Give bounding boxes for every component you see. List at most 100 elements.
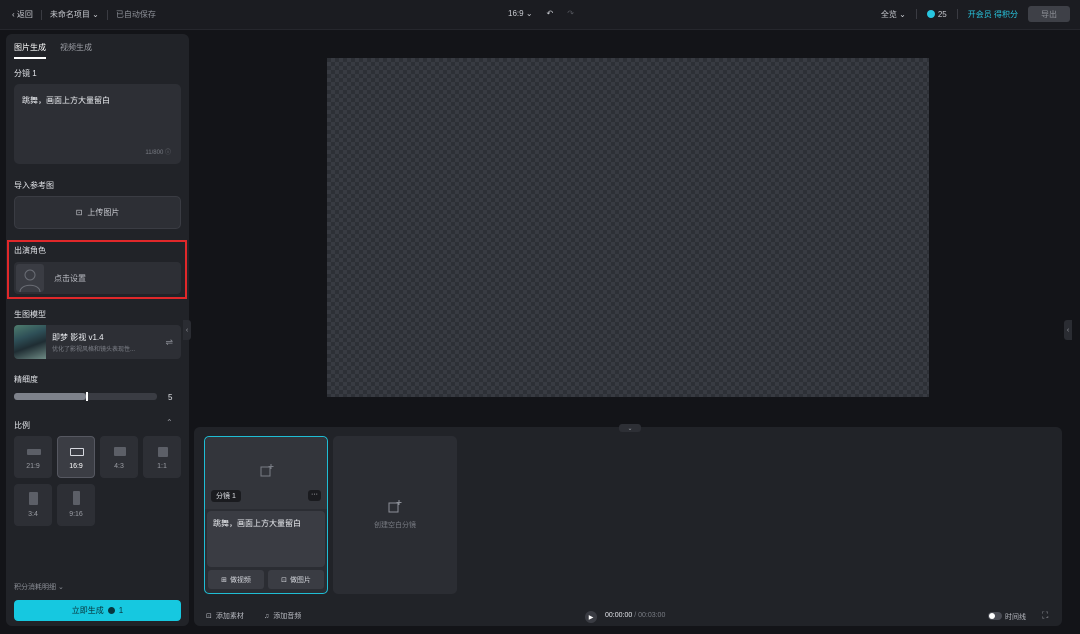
prompt-text: 跳舞，画面上方大量留白 <box>22 96 110 105</box>
add-audio-button[interactable]: ♫ 添加音频 <box>264 611 301 621</box>
empty-shot-label: 创建空白分镜 <box>374 522 416 529</box>
upload-image-button[interactable]: ⊡ 上传图片 <box>14 196 181 229</box>
ratio-shape <box>27 449 41 455</box>
shot-prompt[interactable]: 跳舞，画面上方大量留白 <box>207 511 325 567</box>
shot-label: 分镜 1 <box>14 69 37 78</box>
prompt-input[interactable]: 跳舞，画面上方大量留白 11/800 ⓘ <box>14 84 181 164</box>
ratio-1-1[interactable]: 1:1 <box>143 436 181 478</box>
upload-label: 上传图片 <box>87 208 120 217</box>
credits-display: 25 <box>926 9 947 19</box>
time-current: 00:00:00 <box>605 612 633 619</box>
generate-label: 立即生成 <box>71 606 104 615</box>
generate-button[interactable]: 立即生成 1 <box>14 600 181 621</box>
role-label: 出演角色 <box>14 246 46 255</box>
add-material-icon: ⊡ <box>206 613 212 620</box>
chevron-down-icon: ⌄ <box>899 9 906 19</box>
ratio-shape <box>29 492 38 505</box>
ratio-21-9[interactable]: 21:9 <box>14 436 52 478</box>
chevron-down-icon: ⌄ <box>57 584 64 591</box>
ratio-shape <box>70 448 84 456</box>
ratio-shape <box>158 447 168 457</box>
timeline-collapse-handle[interactable]: ⌄ <box>619 424 641 432</box>
back-label: 返回 <box>16 10 33 19</box>
reference-image-label: 导入参考图 <box>14 181 54 190</box>
music-note-icon: ♫ <box>264 612 270 620</box>
divider <box>915 9 917 19</box>
credit-icon <box>107 607 115 614</box>
shot-card[interactable]: 分镜 1 ··· 跳舞，画面上方大量留白 ⊞ 做视频 ⊡ 做图片 <box>204 436 328 594</box>
timeline-toolbar: ⊡ 添加素材 ♫ 添加音频 ▶ 00:00:00 / 00:03:00 时间线 … <box>194 606 1062 626</box>
make-video-button[interactable]: ⊞ 做视频 <box>208 570 264 589</box>
ratio-shape <box>73 491 80 505</box>
aspect-value: 16:9 <box>508 9 524 18</box>
create-empty-shot-button[interactable]: 创建空白分镜 <box>333 436 457 594</box>
canvas-preview[interactable] <box>327 58 929 397</box>
prompt-count: 11/800 ⓘ <box>145 147 171 156</box>
make-video-label: 做视频 <box>229 576 251 584</box>
more-icon[interactable]: ··· <box>308 490 321 501</box>
ratio-3-4[interactable]: 3:4 <box>14 484 52 526</box>
ratio-4-3[interactable]: 4:3 <box>100 436 138 478</box>
ratio-label-text: 21:9 <box>26 463 40 470</box>
time-display: 00:00:00 / 00:03:00 <box>605 612 665 619</box>
ratio-16-9[interactable]: 16:9 <box>57 436 95 478</box>
generation-tabs: 图片生成 视频生成 <box>14 42 92 59</box>
fullscreen-icon[interactable]: ⛶ <box>1042 610 1048 621</box>
add-material-button[interactable]: ⊡ 添加素材 <box>206 611 244 621</box>
credits-value: 25 <box>937 9 947 19</box>
cost-details-link[interactable]: 积分消耗明细 ⌄ <box>14 582 64 592</box>
aspect-dropdown[interactable]: 16:9 ⌄ <box>508 9 533 18</box>
save-status: 已自动保存 <box>115 10 156 19</box>
generate-cost: 1 <box>118 606 124 615</box>
ratio-label-text: 16:9 <box>69 463 83 470</box>
fineness-value: 5 <box>168 393 173 402</box>
video-icon: ⊞ <box>221 576 227 584</box>
model-thumbnail <box>14 325 46 359</box>
ratio-label-text: 9:16 <box>69 511 83 518</box>
collapse-left-panel-button[interactable]: ‹ <box>183 320 191 340</box>
make-image-button[interactable]: ⊡ 做图片 <box>268 570 324 589</box>
model-selector[interactable]: 即梦 影视 v1.4 优化了影视风格和镜头表现性... ⇌ <box>14 325 181 359</box>
slider-fill <box>14 393 86 400</box>
zoom-value: 全览 <box>880 9 897 19</box>
vip-link[interactable]: 开会员 得积分 <box>968 9 1018 20</box>
tab-image-generation[interactable]: 图片生成 <box>14 42 46 59</box>
tab-video-generation[interactable]: 视频生成 <box>60 42 92 59</box>
timeline-toggle-label: 时间线 <box>1005 614 1026 621</box>
settings-sliders-icon[interactable]: ⇌ <box>165 337 173 348</box>
cost-label: 积分消耗明细 <box>14 584 56 591</box>
project-name-dropdown[interactable]: 未命名项目 ⌄ <box>50 9 99 20</box>
ratio-label: 比例 <box>14 421 30 430</box>
add-material-label: 添加素材 <box>215 613 244 620</box>
info-icon: ⓘ <box>164 150 171 156</box>
redo-icon[interactable]: ↷ <box>567 9 574 18</box>
undo-icon[interactable]: ↶ <box>547 9 554 18</box>
time-total: 00:03:00 <box>638 612 666 619</box>
play-icon[interactable]: ▶ <box>585 611 597 623</box>
slider-thumb[interactable] <box>85 392 88 401</box>
ratio-label-text: 4:3 <box>114 463 124 470</box>
ratio-9-16[interactable]: 9:16 <box>57 484 95 526</box>
chevron-up-icon[interactable]: ⌃ <box>166 418 173 427</box>
ratio-label-text: 3:4 <box>28 511 38 518</box>
timeline-panel: ⌄ 分镜 1 ··· 跳舞，画面上方大量留白 ⊞ 做视频 ⊡ 做图片 创建空白分… <box>194 424 1062 626</box>
zoom-dropdown[interactable]: 全览 ⌄ <box>881 9 906 20</box>
model-description: 优化了影视风格和镜头表现性... <box>52 347 136 353</box>
model-section-label: 生图模型 <box>14 310 46 319</box>
export-button[interactable]: 导出 <box>1028 6 1070 22</box>
back-button[interactable]: ‹ 返回 <box>12 9 33 20</box>
chevron-down-icon: ⌄ <box>92 10 99 19</box>
divider <box>956 9 958 19</box>
add-shot-icon <box>388 500 402 513</box>
add-image-icon <box>260 464 274 477</box>
role-selector[interactable]: 点击设置 <box>14 262 181 294</box>
ratio-shape <box>114 447 126 456</box>
collapse-right-panel-button[interactable]: ‹ <box>1064 320 1072 340</box>
model-name: 即梦 影视 v1.4 <box>52 333 104 342</box>
fineness-slider[interactable] <box>14 392 157 401</box>
timeline-toggle[interactable] <box>988 612 1002 620</box>
image-upload-icon: ⊡ <box>75 208 83 217</box>
chevron-down-icon: ⌄ <box>525 9 533 18</box>
left-panel: 图片生成 视频生成 分镜 1 跳舞，画面上方大量留白 11/800 ⓘ 导入参考… <box>6 34 189 626</box>
add-audio-label: 添加音频 <box>273 613 302 620</box>
